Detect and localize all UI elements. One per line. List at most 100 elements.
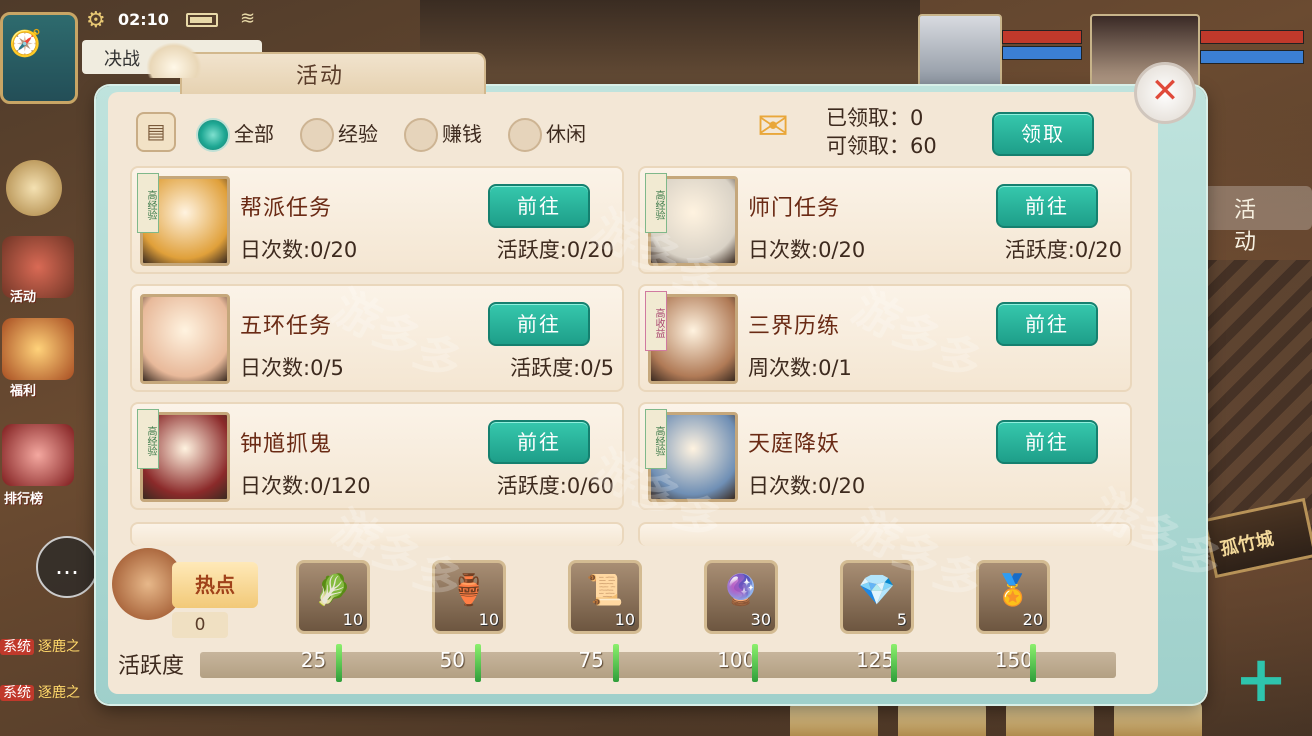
activity-name: 钟馗抓鬼 — [240, 432, 333, 457]
avatar-tag: 高经验 — [137, 409, 159, 469]
reward-slot[interactable]: 🏅 20 — [976, 560, 1050, 634]
milestone-label: 25 — [300, 648, 327, 672]
activity-avatar: 高经验 — [645, 173, 738, 266]
bottom-menu-item[interactable] — [790, 700, 878, 736]
wifi-icon: ≋ — [240, 8, 256, 29]
claim-button[interactable]: 领取 — [992, 112, 1094, 156]
filter-label-all[interactable]: 全部 — [234, 118, 274, 147]
reward-quantity: 5 — [896, 610, 907, 629]
milestone-marker — [335, 644, 342, 682]
chat-tag: 系统 — [0, 639, 34, 655]
medal-icon: 🏅 — [994, 573, 1032, 608]
milestone-marker — [1029, 644, 1036, 682]
reward-slot[interactable]: 🥬 10 — [296, 560, 370, 634]
claimable-count: 可领取：60 — [826, 134, 937, 158]
activity-avatar: 高收益 — [645, 291, 738, 384]
activity-avatar: 高经验 — [137, 173, 230, 266]
pet-hp-bar — [1002, 30, 1082, 44]
activity-points: 活跃度:0/5 — [510, 356, 614, 380]
filter-book-icon[interactable]: ▤ — [136, 112, 176, 152]
chat-line[interactable]: 系统 逐鹿之 — [0, 682, 80, 702]
activity-count: 日次数:0/120 — [240, 474, 371, 498]
chat-tag: 系统 — [0, 685, 34, 701]
go-button[interactable]: 前往 — [996, 420, 1098, 464]
activity-count: 周次数:0/1 — [748, 356, 852, 380]
reward-slot[interactable]: 🔮 30 — [704, 560, 778, 634]
activity-card[interactable]: 高经验 师门任务 日次数:0/20 活跃度:0/20 前往 — [638, 166, 1132, 274]
activity-count: 日次数:0/20 — [240, 238, 358, 262]
gift-box-icon: ✉ — [757, 104, 789, 148]
pet-portrait[interactable] — [918, 14, 1002, 88]
milestone-marker — [613, 644, 620, 682]
avatar-tag: 高经验 — [645, 173, 667, 233]
activity-right-tab[interactable]: 活动 — [1190, 186, 1312, 255]
map-button[interactable]: 🧭 — [0, 12, 78, 104]
battery-icon — [186, 13, 218, 27]
chat-text: 逐鹿之 — [38, 639, 80, 655]
activity-avatar — [140, 294, 230, 384]
avatar-tag: 高经验 — [645, 409, 667, 469]
activity-card[interactable]: 高收益 三界历练周次数:0/1 前往 — [638, 284, 1132, 392]
activity-label: 活跃度 — [118, 654, 185, 679]
activity-card[interactable]: 高经验 天庭降妖 日次数:0/20 前往 — [638, 402, 1132, 510]
pet-mp-bar — [1002, 46, 1082, 60]
activity-points: 活跃度:0/20 — [496, 238, 614, 262]
gear-icon[interactable]: ⚙ — [86, 8, 106, 33]
go-button[interactable]: 前往 — [488, 184, 590, 228]
side-label-activity: 活动 — [10, 290, 37, 305]
milestone-marker — [752, 644, 759, 682]
reward-quantity: 10 — [342, 610, 363, 629]
bottom-menu-item[interactable] — [1006, 700, 1094, 736]
activity-name: 五环任务 — [240, 314, 333, 339]
avatar-tag: 高收益 — [645, 291, 667, 351]
side-label-welfare: 福利 — [10, 384, 37, 399]
activity-card-partial[interactable] — [130, 522, 624, 546]
reward-quantity: 10 — [478, 610, 499, 629]
avatar-tag: 高经验 — [137, 173, 159, 233]
activity-count: 日次数:0/5 — [240, 356, 344, 380]
hot-spot-button[interactable]: 热点 — [172, 562, 258, 608]
close-icon[interactable]: ✕ — [1134, 62, 1196, 124]
filter-label-leisure[interactable]: 休闲 — [546, 118, 586, 147]
more-plus-icon[interactable]: + — [1230, 648, 1292, 714]
reward-quantity: 30 — [750, 610, 771, 629]
reward-slot[interactable]: 💎 5 — [840, 560, 914, 634]
crystal-ball-icon: 🔮 — [722, 573, 760, 608]
activity-card[interactable]: 高经验 帮派任务日次数:0/20 活跃度:0/20 前往 — [130, 166, 624, 274]
vase-icon: 🏺 — [450, 573, 488, 608]
player-mp-bar — [1200, 50, 1304, 64]
collapse-chevron-button[interactable] — [6, 160, 62, 216]
side-label-ranking: 排行榜 — [4, 492, 44, 507]
activity-card[interactable]: 高经验 钟馗抓鬼 日次数:0/120 活跃度:0/60 前往 — [130, 402, 624, 510]
milestone-label: 100 — [717, 648, 756, 672]
filter-radio-exp[interactable] — [300, 118, 334, 152]
go-button[interactable]: 前往 — [488, 302, 590, 346]
go-button[interactable]: 前往 — [996, 302, 1098, 346]
reward-slot[interactable]: 📜 10 — [568, 560, 642, 634]
activity-name: 帮派任务 — [240, 196, 333, 221]
cabbage-icon: 🥬 — [314, 573, 352, 608]
ranking-shortcut-button[interactable] — [2, 424, 74, 486]
claimed-count: 已领取：0 — [826, 106, 924, 130]
chat-line[interactable]: 系统 逐鹿之 — [0, 636, 80, 656]
go-button[interactable]: 前往 — [996, 184, 1098, 228]
filter-radio-money[interactable] — [404, 118, 438, 152]
milestone-marker — [890, 644, 897, 682]
milestone-label: 150 — [994, 648, 1033, 672]
scroll-icon: 📜 — [586, 573, 624, 608]
reward-slot[interactable]: 🏺 10 — [432, 560, 506, 634]
activity-count: 日次数:0/20 — [748, 238, 866, 262]
filter-label-money[interactable]: 赚钱 — [442, 118, 482, 147]
activity-card[interactable]: 五环任务日次数:0/5 活跃度:0/5 前往 — [130, 284, 624, 392]
filter-radio-all[interactable] — [196, 118, 230, 152]
filter-radio-leisure[interactable] — [508, 118, 542, 152]
activity-card-partial[interactable] — [638, 522, 1132, 546]
filter-label-exp[interactable]: 经验 — [338, 118, 378, 147]
chat-button[interactable]: … — [36, 536, 98, 598]
bottom-menu-item[interactable] — [898, 700, 986, 736]
bottom-menu-item[interactable] — [1114, 700, 1202, 736]
go-button[interactable]: 前往 — [488, 420, 590, 464]
welfare-shortcut-button[interactable] — [2, 318, 74, 380]
milestone-label: 125 — [855, 648, 895, 672]
activity-name: 三界历练 — [748, 314, 841, 339]
